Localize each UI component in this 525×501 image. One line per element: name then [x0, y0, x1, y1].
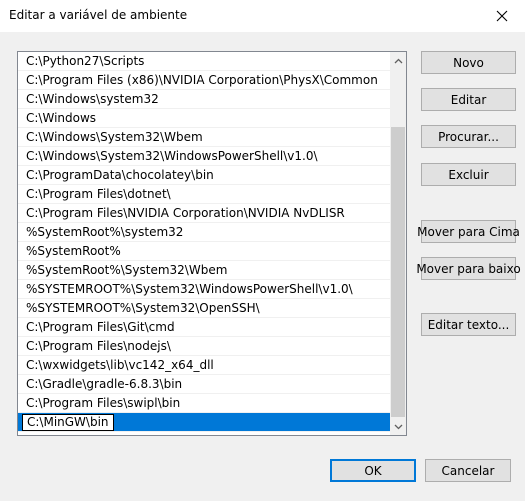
window-title: Editar a variável de ambiente	[9, 8, 188, 22]
ok-button[interactable]: OK	[330, 459, 416, 482]
move-down-button[interactable]: Mover para baixo	[416, 257, 521, 280]
list-item[interactable]: C:\Program Files\Git\cmd	[18, 318, 391, 337]
title-bar: Editar a variável de ambiente	[0, 0, 525, 32]
cancel-button[interactable]: Cancelar	[425, 459, 511, 482]
list-item[interactable]: C:\Windows	[18, 109, 391, 128]
list-item[interactable]: C:\Gradle\gradle-6.8.3\bin	[18, 375, 391, 394]
path-edit-input[interactable]: C:\MinGW\bin	[22, 414, 114, 431]
list-item[interactable]: %SYSTEMROOT%\System32\WindowsPowerShell\…	[18, 280, 391, 299]
list-item[interactable]: C:\Python27\Scripts	[18, 52, 391, 71]
list-item[interactable]: %SystemRoot%\system32	[18, 223, 391, 242]
scroll-down-button[interactable]	[390, 418, 406, 435]
list-item[interactable]: C:\Program Files\swipl\bin	[18, 394, 391, 413]
chevron-down-icon	[394, 424, 402, 429]
list-item[interactable]: C:\Windows\System32\Wbem	[18, 128, 391, 147]
list-item[interactable]: C:\Program Files\NVIDIA Corporation\NVID…	[18, 204, 391, 223]
list-item[interactable]: C:\Windows\System32\WindowsPowerShell\v1…	[18, 147, 391, 166]
path-list[interactable]: C:\Python27\Scripts C:\Program Files (x8…	[17, 51, 407, 436]
selected-list-item[interactable]: C:\MinGW\bin	[18, 413, 391, 432]
list-item[interactable]: %SystemRoot%\System32\Wbem	[18, 261, 391, 280]
browse-button[interactable]: Procurar...	[421, 125, 516, 148]
list-item[interactable]: C:\Program Files (x86)\NVIDIA Corporatio…	[18, 71, 391, 90]
list-item[interactable]: C:\ProgramData\chocolatey\bin	[18, 166, 391, 185]
list-item[interactable]: C:\Program Files\dotnet\	[18, 185, 391, 204]
list-item[interactable]: C:\wxwidgets\lib\vc142_x64_dll	[18, 356, 391, 375]
list-item[interactable]: C:\Windows\system32	[18, 90, 391, 109]
close-button[interactable]	[479, 0, 525, 31]
scrollbar-thumb[interactable]	[391, 127, 405, 417]
close-icon	[496, 10, 508, 21]
edit-text-button[interactable]: Editar texto...	[421, 313, 516, 336]
delete-button[interactable]: Excluir	[421, 163, 516, 186]
vertical-scrollbar[interactable]	[390, 52, 406, 435]
edit-button[interactable]: Editar	[421, 88, 516, 111]
list-item[interactable]: %SystemRoot%	[18, 242, 391, 261]
list-item[interactable]: C:\Program Files\nodejs\	[18, 337, 391, 356]
path-rows: C:\Python27\Scripts C:\Program Files (x8…	[18, 52, 391, 432]
scroll-up-button[interactable]	[390, 52, 406, 69]
list-item[interactable]: %SYSTEMROOT%\System32\OpenSSH\	[18, 299, 391, 318]
move-up-button[interactable]: Mover para Cima	[417, 220, 520, 243]
chevron-up-icon	[394, 58, 402, 63]
new-button[interactable]: Novo	[421, 51, 516, 74]
